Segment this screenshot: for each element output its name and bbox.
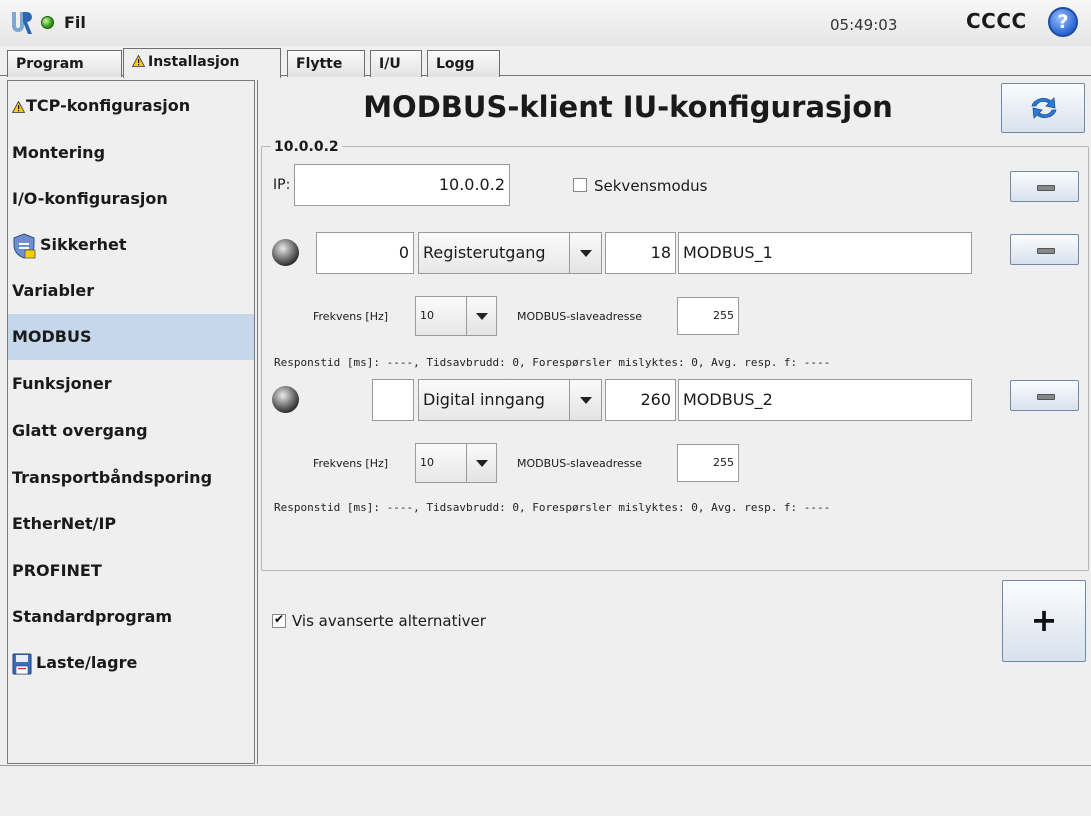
- tab-move[interactable]: Flytte: [287, 50, 365, 77]
- chevron-down-icon: [466, 297, 496, 335]
- add-unit-button[interactable]: +: [1002, 580, 1086, 662]
- frequency-value: 10: [420, 456, 434, 469]
- signal-value-field[interactable]: [372, 379, 414, 421]
- sidebar-item-conveyor-tracking[interactable]: Transportbåndsporing: [8, 455, 254, 501]
- refresh-icon: [1031, 97, 1057, 119]
- clock: 05:49:03: [830, 16, 898, 34]
- help-icon[interactable]: ?: [1048, 7, 1078, 37]
- tab-label: I/U: [379, 56, 401, 72]
- signal-type-dropdown[interactable]: Digital inngang: [418, 379, 602, 421]
- slave-address-field[interactable]: 255: [677, 444, 739, 482]
- floppy-disk-icon: [12, 653, 32, 674]
- chevron-down-icon: [466, 444, 496, 482]
- signal-status-icon: [272, 386, 299, 413]
- modbus-unit-panel: 10.0.0.2 IP: 10.0.0.2 Sekvensmodus 0 Reg…: [261, 139, 1089, 627]
- sidebar-item-default-program[interactable]: Standardprogram: [8, 594, 254, 640]
- tab-io[interactable]: I/U: [370, 50, 422, 77]
- sidebar-item-tcp[interactable]: TCP-konfigurasjon: [8, 83, 254, 129]
- tab-label: Program: [16, 56, 84, 72]
- frequency-label: Frekvens [Hz]: [313, 310, 389, 323]
- sidebar-item-io-config[interactable]: I/O-konfigurasjon: [8, 176, 254, 222]
- sidebar-item-label: I/O-konfigurasjon: [12, 189, 168, 208]
- sequential-mode-label: Sekvensmodus: [594, 177, 708, 195]
- top-bar: Fil 05:49:03 CCCC ?: [0, 0, 1091, 46]
- remove-signal-button[interactable]: [1010, 380, 1079, 411]
- slave-address-label: MODBUS-slaveadresse: [517, 310, 642, 323]
- sidebar: TCP-konfigurasjon Montering I/O-konfigur…: [7, 80, 255, 764]
- sidebar-item-smooth-transition[interactable]: Glatt overgang: [8, 408, 254, 454]
- main-panel: MODBUS-klient IU-konfigurasjon 10.0.0.2 …: [257, 80, 1091, 764]
- sidebar-item-label: PROFINET: [12, 561, 102, 580]
- tab-label: Logg: [436, 56, 475, 72]
- tab-label: Installasjon: [148, 54, 240, 70]
- sidebar-item-safety[interactable]: Sikkerhet: [8, 222, 254, 268]
- signal-type-value: Registerutgang: [423, 243, 546, 262]
- sidebar-item-label: Sikkerhet: [40, 235, 127, 254]
- signal-name-field[interactable]: MODBUS_1: [678, 232, 972, 274]
- slave-address-field[interactable]: 255: [677, 297, 739, 335]
- sidebar-item-profinet[interactable]: PROFINET: [8, 548, 254, 594]
- advanced-options-label: Vis avanserte alternativer: [292, 612, 486, 630]
- advanced-options-checkbox[interactable]: [272, 612, 286, 628]
- robot-name: CCCC: [966, 9, 1027, 33]
- tab-program[interactable]: Program: [7, 50, 122, 77]
- slave-address-label: MODBUS-slaveadresse: [517, 457, 642, 470]
- sidebar-item-label: Laste/lagre: [36, 653, 138, 672]
- signal-status-icon: [272, 239, 299, 266]
- page-title: MODBUS-klient IU-konfigurasjon: [363, 90, 893, 124]
- sidebar-item-variables[interactable]: Variabler: [8, 268, 254, 314]
- sidebar-item-label: Variabler: [12, 281, 95, 300]
- sidebar-item-label: Montering: [12, 143, 106, 162]
- sidebar-item-label: Standardprogram: [12, 607, 173, 626]
- sidebar-item-label: MODBUS: [12, 327, 92, 346]
- unit-group-title: 10.0.0.2: [271, 139, 342, 155]
- frequency-dropdown[interactable]: 10: [415, 443, 497, 483]
- signal-name-field[interactable]: MODBUS_2: [678, 379, 972, 421]
- chevron-down-icon: [569, 233, 601, 273]
- remove-unit-button[interactable]: [1010, 171, 1079, 202]
- refresh-button[interactable]: [1001, 83, 1085, 133]
- sidebar-item-load-save[interactable]: Laste/lagre: [8, 640, 254, 686]
- signal-type-value: Digital inngang: [423, 390, 545, 409]
- signal-type-dropdown[interactable]: Registerutgang: [418, 232, 602, 274]
- signal-address-field[interactable]: 18: [605, 232, 676, 274]
- frequency-dropdown[interactable]: 10: [415, 296, 497, 336]
- sidebar-item-ethernet-ip[interactable]: EtherNet/IP: [8, 501, 254, 547]
- warning-icon: [12, 100, 25, 113]
- sidebar-item-label: Glatt overgang: [12, 421, 148, 440]
- tab-installation[interactable]: Installasjon: [123, 48, 281, 78]
- tab-log[interactable]: Logg: [427, 50, 500, 77]
- response-status-text: Responstid [ms]: ----, Tidsavbrudd: 0, F…: [274, 501, 831, 514]
- sidebar-item-mounting[interactable]: Montering: [8, 130, 254, 176]
- sidebar-item-label: Funksjoner: [12, 374, 112, 393]
- plus-icon: +: [1030, 601, 1058, 639]
- sequential-mode-checkbox[interactable]: [573, 178, 587, 192]
- response-status-text: Responstid [ms]: ----, Tidsavbrudd: 0, F…: [274, 356, 831, 369]
- tab-label: Flytte: [296, 56, 343, 72]
- sidebar-item-label: Transportbåndsporing: [12, 468, 213, 487]
- ip-address-field[interactable]: 10.0.0.2: [294, 164, 510, 206]
- ip-label: IP:: [273, 177, 291, 193]
- remove-signal-button[interactable]: [1010, 234, 1079, 265]
- sidebar-item-modbus[interactable]: MODBUS: [8, 314, 254, 360]
- signal-address-field[interactable]: 260: [605, 379, 676, 421]
- robot-status-icon: [41, 16, 54, 29]
- frequency-label: Frekvens [Hz]: [313, 457, 389, 470]
- shield-icon: [13, 232, 36, 259]
- signal-value-field[interactable]: 0: [316, 232, 414, 274]
- main-tabs: Program Installasjon Flytte I/U Logg: [0, 46, 1091, 78]
- chevron-down-icon: [569, 380, 601, 420]
- sidebar-item-label: TCP-konfigurasjon: [26, 96, 191, 115]
- warning-icon: [132, 55, 145, 67]
- sidebar-item-features[interactable]: Funksjoner: [8, 361, 254, 407]
- frequency-value: 10: [420, 309, 434, 322]
- ur-logo-icon: [12, 12, 32, 34]
- file-menu[interactable]: Fil: [64, 13, 86, 32]
- bottom-bar: [0, 765, 1091, 816]
- sidebar-item-label: EtherNet/IP: [12, 514, 117, 533]
